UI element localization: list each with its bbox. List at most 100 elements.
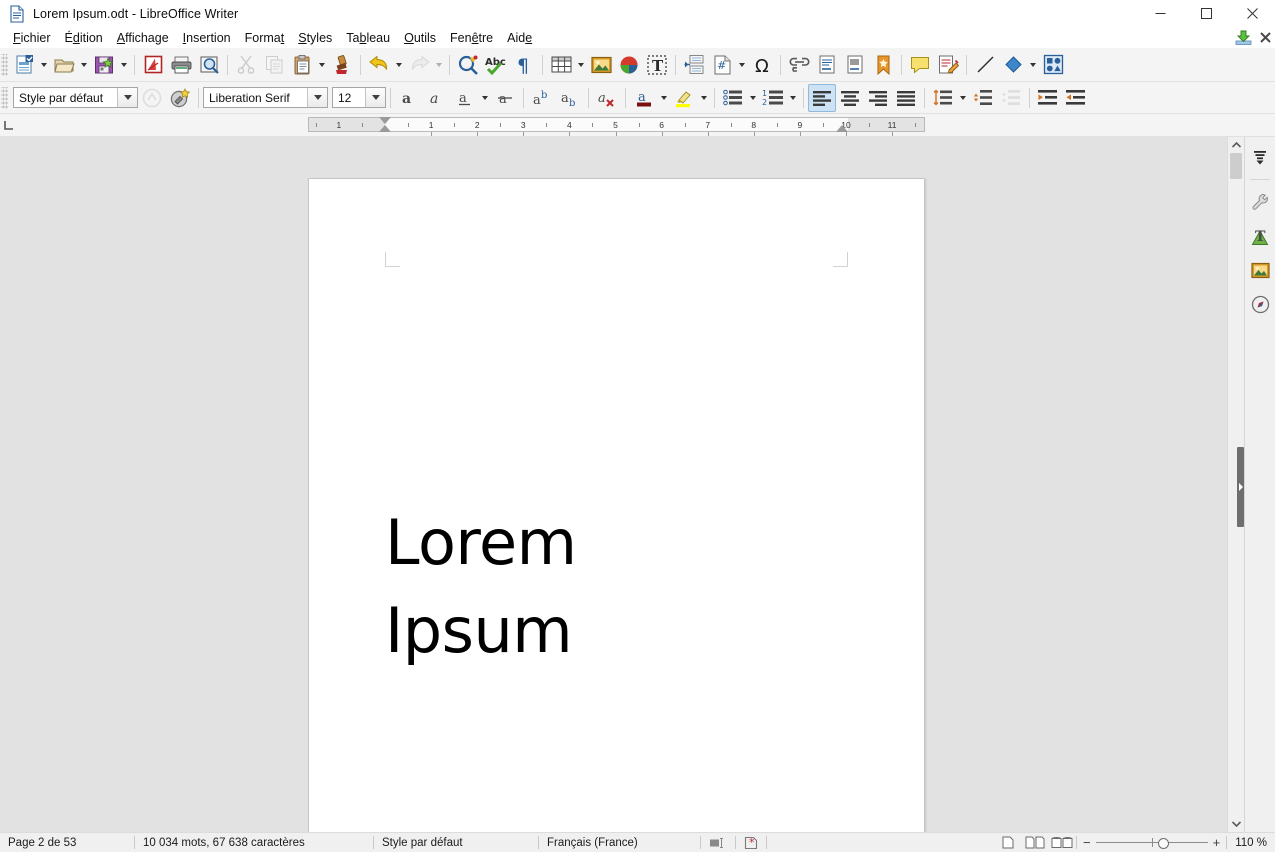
tab-stop-selector[interactable] — [0, 114, 18, 136]
clone-formatting-button[interactable] — [328, 51, 356, 79]
page-style[interactable]: Style par défaut — [374, 833, 538, 852]
cut-button[interactable] — [232, 51, 260, 79]
insert-image-button[interactable] — [587, 51, 615, 79]
scroll-down-arrow[interactable] — [1228, 816, 1244, 832]
maximize-button[interactable] — [1183, 0, 1229, 27]
font-name-combo[interactable]: Liberation Serif — [203, 87, 328, 108]
new-document-button[interactable] — [10, 51, 38, 79]
navigator-button[interactable] — [1246, 290, 1274, 318]
open-document-button[interactable] — [50, 51, 78, 79]
single-page-view-button[interactable] — [994, 833, 1022, 852]
superscript-button[interactable]: a b — [528, 84, 556, 112]
word-count[interactable]: 10 034 mots, 67 638 caractères — [135, 833, 373, 852]
new-document-dropdown[interactable] — [38, 52, 50, 78]
ordered-list-dropdown[interactable] — [787, 85, 799, 111]
highlight-color-dropdown[interactable] — [698, 85, 710, 111]
underline-button[interactable]: a — [451, 84, 479, 112]
selection-mode-icon[interactable] — [701, 833, 735, 852]
new-style-button[interactable] — [166, 84, 194, 112]
menu-fichier[interactable]: Fichier — [6, 29, 58, 47]
unordered-list-dropdown[interactable] — [747, 85, 759, 111]
find-replace-button[interactable] — [454, 51, 482, 79]
menu-aide[interactable]: Aide — [500, 29, 539, 47]
update-style-button[interactable] — [138, 84, 166, 112]
align-right-button[interactable] — [864, 84, 892, 112]
font-size-combo[interactable]: 12 — [332, 87, 386, 108]
zoom-out-button[interactable]: − — [1083, 836, 1091, 849]
minimize-button[interactable] — [1137, 0, 1183, 27]
underline-dropdown[interactable] — [479, 85, 491, 111]
document-title-text[interactable]: Lorem Ipsum — [385, 499, 848, 675]
clear-formatting-button[interactable]: a — [593, 84, 621, 112]
redo-dropdown[interactable] — [433, 52, 445, 78]
gallery-button[interactable] — [1246, 256, 1274, 284]
right-indent-marker[interactable] — [836, 125, 848, 132]
strikethrough-button[interactable]: a — [491, 84, 519, 112]
bold-button[interactable]: a — [395, 84, 423, 112]
copy-button[interactable] — [260, 51, 288, 79]
insert-table-button[interactable] — [547, 51, 575, 79]
chevron-down-icon[interactable] — [307, 88, 327, 107]
paragraph-style-combo[interactable]: Style par défaut — [13, 87, 138, 108]
menu-fenetre[interactable]: Fenêtre — [443, 29, 500, 47]
toolbar-grip[interactable] — [1, 53, 8, 76]
open-document-dropdown[interactable] — [78, 52, 90, 78]
multi-page-view-button[interactable] — [1022, 833, 1048, 852]
print-preview-button[interactable] — [195, 51, 223, 79]
undo-button[interactable] — [365, 51, 393, 79]
increase-indent-button[interactable] — [1034, 84, 1062, 112]
track-changes-button[interactable] — [934, 51, 962, 79]
first-line-indent-marker[interactable] — [379, 117, 391, 124]
insert-text-box-button[interactable]: T — [643, 51, 671, 79]
menu-insertion[interactable]: Insertion — [176, 29, 238, 47]
chevron-down-icon[interactable] — [365, 88, 385, 107]
insert-field-button[interactable]: # — [708, 51, 736, 79]
zoom-in-button[interactable]: + — [1213, 836, 1221, 849]
ordered-list-button[interactable]: 1 2 — [759, 84, 787, 112]
subscript-button[interactable]: a b — [556, 84, 584, 112]
menu-format[interactable]: Format — [238, 29, 292, 47]
basic-shapes-button[interactable] — [999, 51, 1027, 79]
insert-table-dropdown[interactable] — [575, 52, 587, 78]
menu-affichage[interactable]: Affichage — [110, 29, 176, 47]
save-document-icon[interactable] — [1235, 30, 1252, 45]
insert-chart-button[interactable] — [615, 51, 643, 79]
insert-comment-button[interactable] — [906, 51, 934, 79]
properties-button[interactable] — [1246, 188, 1274, 216]
page-indicator[interactable]: Page 2 de 53 — [0, 833, 134, 852]
paste-dropdown[interactable] — [316, 52, 328, 78]
show-draw-functions-button[interactable] — [1039, 51, 1067, 79]
book-view-button[interactable] — [1048, 833, 1076, 852]
insert-page-break-button[interactable] — [680, 51, 708, 79]
spelling-button[interactable]: Abc — [482, 51, 510, 79]
align-left-button[interactable] — [808, 83, 836, 112]
formatting-marks-button[interactable]: ¶ — [510, 51, 538, 79]
styles-button[interactable]: T — [1246, 222, 1274, 250]
decrease-indent-button[interactable] — [1062, 84, 1090, 112]
undo-dropdown[interactable] — [393, 52, 405, 78]
decrease-paragraph-spacing-button[interactable] — [997, 84, 1025, 112]
italic-button[interactable]: a — [423, 84, 451, 112]
basic-shapes-dropdown[interactable] — [1027, 52, 1039, 78]
unsaved-changes-icon[interactable]: * — [736, 833, 766, 852]
document-page[interactable]: Lorem Ipsum — [308, 178, 925, 832]
line-spacing-button[interactable] — [929, 84, 957, 112]
menu-outils[interactable]: Outils — [397, 29, 443, 47]
increase-paragraph-spacing-button[interactable] — [969, 84, 997, 112]
menu-edition[interactable]: Édition — [58, 29, 110, 47]
language-indicator[interactable]: Français (France) — [539, 833, 700, 852]
left-indent-marker[interactable] — [379, 125, 391, 132]
paste-button[interactable] — [288, 51, 316, 79]
line-spacing-dropdown[interactable] — [957, 85, 969, 111]
zoom-value[interactable]: 110 % — [1227, 833, 1275, 852]
insert-line-button[interactable] — [971, 51, 999, 79]
chevron-down-icon[interactable] — [117, 88, 137, 107]
document-canvas[interactable]: Lorem Ipsum — [0, 137, 1227, 832]
close-button[interactable] — [1229, 0, 1275, 27]
menu-tableau[interactable]: Tableau — [339, 29, 397, 47]
save-document-button[interactable] — [90, 51, 118, 79]
save-document-dropdown[interactable] — [118, 52, 130, 78]
unordered-list-button[interactable] — [719, 84, 747, 112]
insert-hyperlink-button[interactable] — [785, 51, 813, 79]
highlight-color-button[interactable] — [670, 84, 698, 112]
